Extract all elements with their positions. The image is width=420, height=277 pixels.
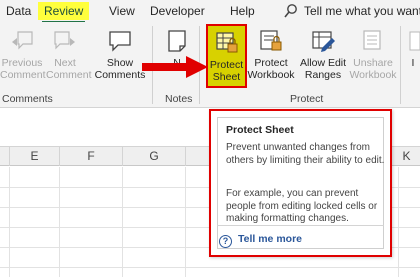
tooltip-divider (217, 225, 384, 226)
tell-me-more-label: Tell me more (238, 233, 302, 245)
tab-review[interactable]: Review (38, 2, 90, 23)
tooltip-title: Protect Sheet (226, 124, 294, 136)
ribbon-tab-bar: Data Review View Developer Help Tell me … (0, 0, 420, 23)
tooltip-frame: Protect Sheet Prevent unwanted changes f… (217, 117, 384, 249)
tab-help[interactable]: Help (230, 2, 255, 20)
tab-data[interactable]: Data (6, 2, 31, 20)
annotation-arrow-icon (142, 56, 208, 78)
tell-me-input[interactable]: Tell me what you want to (304, 2, 420, 20)
previous-comment-button[interactable]: Previous Comment (0, 28, 46, 81)
allow-edit-ranges-icon (312, 31, 335, 52)
gridline (0, 267, 420, 268)
protect-sheet-inner: Protect Sheet (208, 30, 245, 83)
previous-comment-icon (12, 31, 33, 50)
comments-group-label: Comments (2, 93, 53, 105)
column-header-k[interactable]: K (393, 147, 420, 166)
next-comment-button[interactable]: Next Comment (46, 28, 92, 81)
unshare-workbook-label-2: Workbook (349, 69, 397, 81)
next-comment-label-2: Comment (46, 69, 92, 81)
ink-button[interactable]: I (406, 28, 420, 69)
protect-sheet-tooltip: Protect Sheet Prevent unwanted changes f… (209, 109, 392, 257)
column-header-g[interactable]: G (123, 147, 186, 166)
help-icon: ? (219, 235, 232, 248)
tooltip-example: For example, you can prevent people from… (226, 188, 378, 224)
allow-edit-ranges-button[interactable]: Allow Edit Ranges (298, 28, 348, 81)
column-header-partial[interactable] (0, 147, 10, 166)
next-comment-icon (54, 31, 75, 50)
unshare-workbook-icon (363, 30, 381, 50)
ink-label: I (411, 57, 415, 69)
unshare-workbook-label-1: Unshare (353, 57, 393, 69)
protect-sheet-button[interactable]: Protect Sheet (206, 24, 247, 88)
ink-icon (409, 31, 420, 51)
tell-me-more-link[interactable]: ? Tell me more (219, 232, 302, 248)
allow-edit-ranges-label-2: Ranges (304, 69, 342, 81)
gridline (185, 167, 186, 277)
protect-sheet-label-2: Sheet (212, 71, 241, 83)
protect-group-label: Protect (290, 93, 324, 105)
notes-icon (168, 30, 186, 52)
gridline (59, 167, 60, 277)
previous-comment-label-1: Previous (1, 57, 43, 69)
gridline (122, 167, 123, 277)
next-comment-label-1: Next (54, 57, 76, 69)
group-separator (400, 26, 401, 104)
tab-developer[interactable]: Developer (150, 2, 205, 20)
protect-sheet-icon (215, 32, 237, 53)
protect-sheet-label-1: Protect (209, 59, 244, 71)
gridline (9, 167, 10, 277)
show-comments-icon (109, 31, 131, 52)
protect-workbook-label-1: Protect (254, 57, 288, 69)
protect-workbook-icon (260, 30, 282, 51)
tab-view[interactable]: View (109, 2, 135, 20)
column-header-e[interactable]: E (10, 147, 60, 166)
previous-comment-label-2: Comment (0, 69, 46, 81)
tooltip-description: Prevent unwanted changes from others by … (226, 142, 385, 166)
allow-edit-ranges-label-1: Allow Edit (299, 57, 347, 69)
unshare-workbook-button[interactable]: Unshare Workbook (348, 28, 398, 81)
protect-workbook-label-2: Workbook (247, 69, 295, 81)
protect-workbook-button[interactable]: Protect Workbook (246, 28, 296, 81)
lightbulb-search-icon[interactable] (283, 3, 299, 19)
gridline (398, 167, 399, 277)
column-header-f[interactable]: F (60, 147, 123, 166)
notes-group-label: Notes (165, 93, 193, 105)
